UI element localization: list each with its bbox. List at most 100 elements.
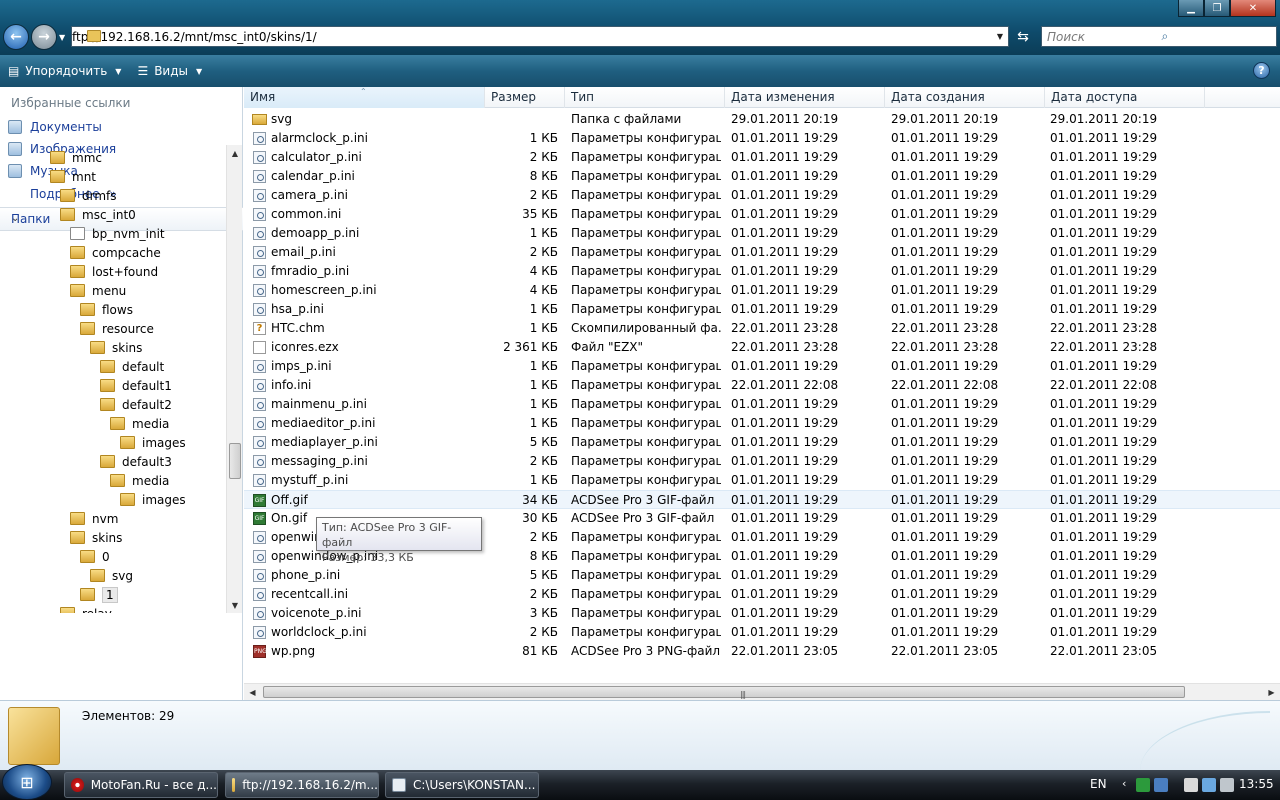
column-header-created[interactable]: Дата создания — [885, 87, 1045, 108]
table-row[interactable]: phone_p.ini 5 КБ Параметры конфигурац... 01… — [244, 566, 1280, 585]
table-row[interactable]: homescreen_p.ini 4 КБ Параметры конфигурац… — [244, 281, 1280, 300]
tree-item[interactable]: mnt — [50, 167, 96, 186]
table-row[interactable]: fmradio_p.ini 4 КБ Параметры конфигурац...… — [244, 262, 1280, 281]
tree-item[interactable]: mmc — [50, 148, 102, 167]
tree-item[interactable]: bp_nvm_init — [70, 224, 165, 243]
table-row[interactable]: camera_p.ini 2 КБ Параметры конфигурац... 0… — [244, 186, 1280, 205]
table-row[interactable]: PNG wp.png 81 КБ ACDSee Pro 3 PNG-файл 22.01… — [244, 642, 1280, 661]
table-row[interactable]: hsa_p.ini 1 КБ Параметры конфигурац... 01.0… — [244, 300, 1280, 319]
address-bar[interactable]: ftp://192.168.16.2/mnt/msc_int0/skins/1/… — [71, 26, 1009, 47]
tree-item[interactable]: media — [110, 471, 169, 490]
tree-item[interactable]: resource — [80, 319, 154, 338]
tree-item[interactable]: compcache — [70, 243, 161, 262]
table-row[interactable]: voicenote_p.ini 3 КБ Параметры конфигурац.… — [244, 604, 1280, 623]
tree-item[interactable]: msc_int0 — [60, 205, 136, 224]
search-icon[interactable]: ⌕ — [1162, 29, 1277, 44]
start-button[interactable]: ⊞ — [2, 764, 52, 800]
table-row[interactable]: calendar_p.ini 8 КБ Параметры конфигурац..… — [244, 167, 1280, 186]
search-box[interactable]: Поиск ⌕ — [1041, 26, 1277, 47]
tree-item[interactable]: nvm — [70, 509, 118, 528]
tree-item[interactable]: default1 — [100, 376, 172, 395]
taskbar-item-explorer[interactable]: ftp://192.168.16.2/m... — [225, 772, 379, 798]
file-name: mediaeditor_p.ini — [271, 416, 376, 430]
tree-item[interactable]: media — [110, 414, 169, 433]
table-row[interactable]: mediaeditor_p.ini 1 КБ Параметры конфигура… — [244, 414, 1280, 433]
device-icon[interactable] — [1184, 778, 1198, 792]
table-row[interactable]: info.ini 1 КБ Параметры конфигурац... 22.01… — [244, 376, 1280, 395]
scroll-thumb[interactable] — [229, 443, 241, 479]
file-type: Параметры конфигурац... — [571, 454, 721, 468]
tree-item[interactable]: lost+found — [70, 262, 158, 281]
table-row[interactable]: messaging_p.ini 2 КБ Параметры конфигурац.… — [244, 452, 1280, 471]
table-row[interactable]: calculator_p.ini 2 КБ Параметры конфигурац… — [244, 148, 1280, 167]
folder-icon — [90, 341, 105, 354]
table-row[interactable]: iconres.ezx 2 361 КБ Файл "EZX" 22.01.2011 … — [244, 338, 1280, 357]
table-row[interactable]: svg Папка с файлами 29.01.2011 20:19 29.01.… — [244, 110, 1280, 129]
scroll-left-button[interactable]: ◀ — [244, 684, 261, 701]
scroll-down-button[interactable]: ▼ — [227, 597, 243, 613]
tree-item[interactable]: images — [120, 433, 186, 452]
views-button[interactable]: ☰ Виды ▼ — [129, 55, 210, 87]
clock[interactable]: 13:55 — [1239, 777, 1274, 791]
minimize-button[interactable]: ▁ — [1178, 0, 1204, 17]
tree-item[interactable]: default — [100, 357, 164, 376]
column-header-accessed[interactable]: Дата доступа — [1045, 87, 1205, 108]
file-name: common.ini — [271, 207, 342, 221]
table-row[interactable]: mainmenu_p.ini 1 КБ Параметры конфигурац..… — [244, 395, 1280, 414]
tree-item[interactable]: default2 — [100, 395, 172, 414]
show-hidden-icons-button[interactable]: ‹ — [1122, 777, 1126, 790]
monitor-icon[interactable] — [1202, 778, 1216, 792]
favorite-documents[interactable]: Документы — [8, 120, 102, 134]
tree-item[interactable]: drmfs — [60, 186, 117, 205]
tree-item[interactable]: flows — [80, 300, 133, 319]
forward-button[interactable]: → — [31, 24, 57, 50]
close-button[interactable]: ✕ — [1230, 0, 1276, 17]
search-input[interactable]: Поиск — [1047, 30, 1162, 44]
table-row[interactable]: ? HTC.chm 1 КБ Скомпилированный фа... 22.01.… — [244, 319, 1280, 338]
column-header-modified[interactable]: Дата изменения — [725, 87, 885, 108]
folder-tree-scrollbar[interactable]: ▲ ▼ — [226, 145, 242, 613]
maximize-button[interactable]: ❐ — [1204, 0, 1230, 17]
table-row[interactable]: recentcall.ini 2 КБ Параметры конфигурац..… — [244, 585, 1280, 604]
column-header-size[interactable]: Размер — [485, 87, 565, 108]
table-row[interactable]: demoapp_p.ini 1 КБ Параметры конфигурац...… — [244, 224, 1280, 243]
table-row[interactable]: mediaplayer_p.ini 5 КБ Параметры конфигура… — [244, 433, 1280, 452]
taskbar-item-opera[interactable]: MotoFan.Ru - все д... — [64, 772, 218, 798]
organize-button[interactable]: ▤ Упорядочить ▼ — [0, 55, 129, 87]
refresh-button[interactable]: ⇆ — [1012, 26, 1034, 47]
network-icon[interactable] — [1154, 778, 1168, 792]
table-row[interactable]: email_p.ini 2 КБ Параметры конфигурац... 01… — [244, 243, 1280, 262]
check-icon[interactable] — [1136, 778, 1150, 792]
table-row[interactable]: GIF Off.gif 34 КБ ACDSee Pro 3 GIF-файл 01.0… — [244, 490, 1280, 509]
language-indicator[interactable]: EN — [1090, 777, 1107, 791]
file-type: Параметры конфигурац... — [571, 283, 721, 297]
file-list-horizontal-scrollbar[interactable]: ◀ ||| ▶ — [244, 683, 1280, 700]
tree-item[interactable]: skins — [90, 338, 142, 357]
table-row[interactable]: worldclock_p.ini 2 КБ Параметры конфигурац… — [244, 623, 1280, 642]
table-row[interactable]: common.ini 35 КБ Параметры конфигурац... 01… — [244, 205, 1280, 224]
back-button[interactable]: ← — [3, 24, 29, 50]
tree-item[interactable]: default3 — [100, 452, 172, 471]
table-row[interactable]: alarmclock_p.ini 1 КБ Параметры конфигурац… — [244, 129, 1280, 148]
table-row[interactable]: imps_p.ini 1 КБ Параметры конфигурац... 01.… — [244, 357, 1280, 376]
volume-icon[interactable] — [1220, 778, 1234, 792]
column-header-type[interactable]: Тип — [565, 87, 725, 108]
tree-item[interactable]: skins — [70, 528, 122, 547]
address-path[interactable]: ftp://192.168.16.2/mnt/msc_int0/skins/1/ — [72, 30, 992, 44]
scroll-thumb[interactable]: ||| — [263, 686, 1185, 699]
tree-item[interactable]: 1 — [80, 585, 118, 604]
scroll-right-button[interactable]: ▶ — [1263, 684, 1280, 701]
tree-item[interactable]: 0 — [80, 547, 110, 566]
scroll-up-button[interactable]: ▲ — [227, 145, 243, 161]
column-header-name[interactable]: ⌃ Имя — [244, 87, 485, 108]
recent-pages-dropdown[interactable]: ▼ — [59, 33, 65, 42]
tree-item[interactable]: images — [120, 490, 186, 509]
table-row[interactable]: mystuff_p.ini 1 КБ Параметры конфигурац...… — [244, 471, 1280, 490]
taskbar-item-notepad[interactable]: C:\Users\KONSTAN... — [385, 772, 539, 798]
address-dropdown-button[interactable]: ▼ — [992, 32, 1008, 41]
tree-item[interactable]: relay — [60, 604, 112, 613]
file-accessed: 01.01.2011 19:29 — [1050, 454, 1158, 468]
tree-item[interactable]: svg — [90, 566, 133, 585]
help-button[interactable]: ? — [1253, 62, 1270, 79]
tree-item[interactable]: menu — [70, 281, 126, 300]
